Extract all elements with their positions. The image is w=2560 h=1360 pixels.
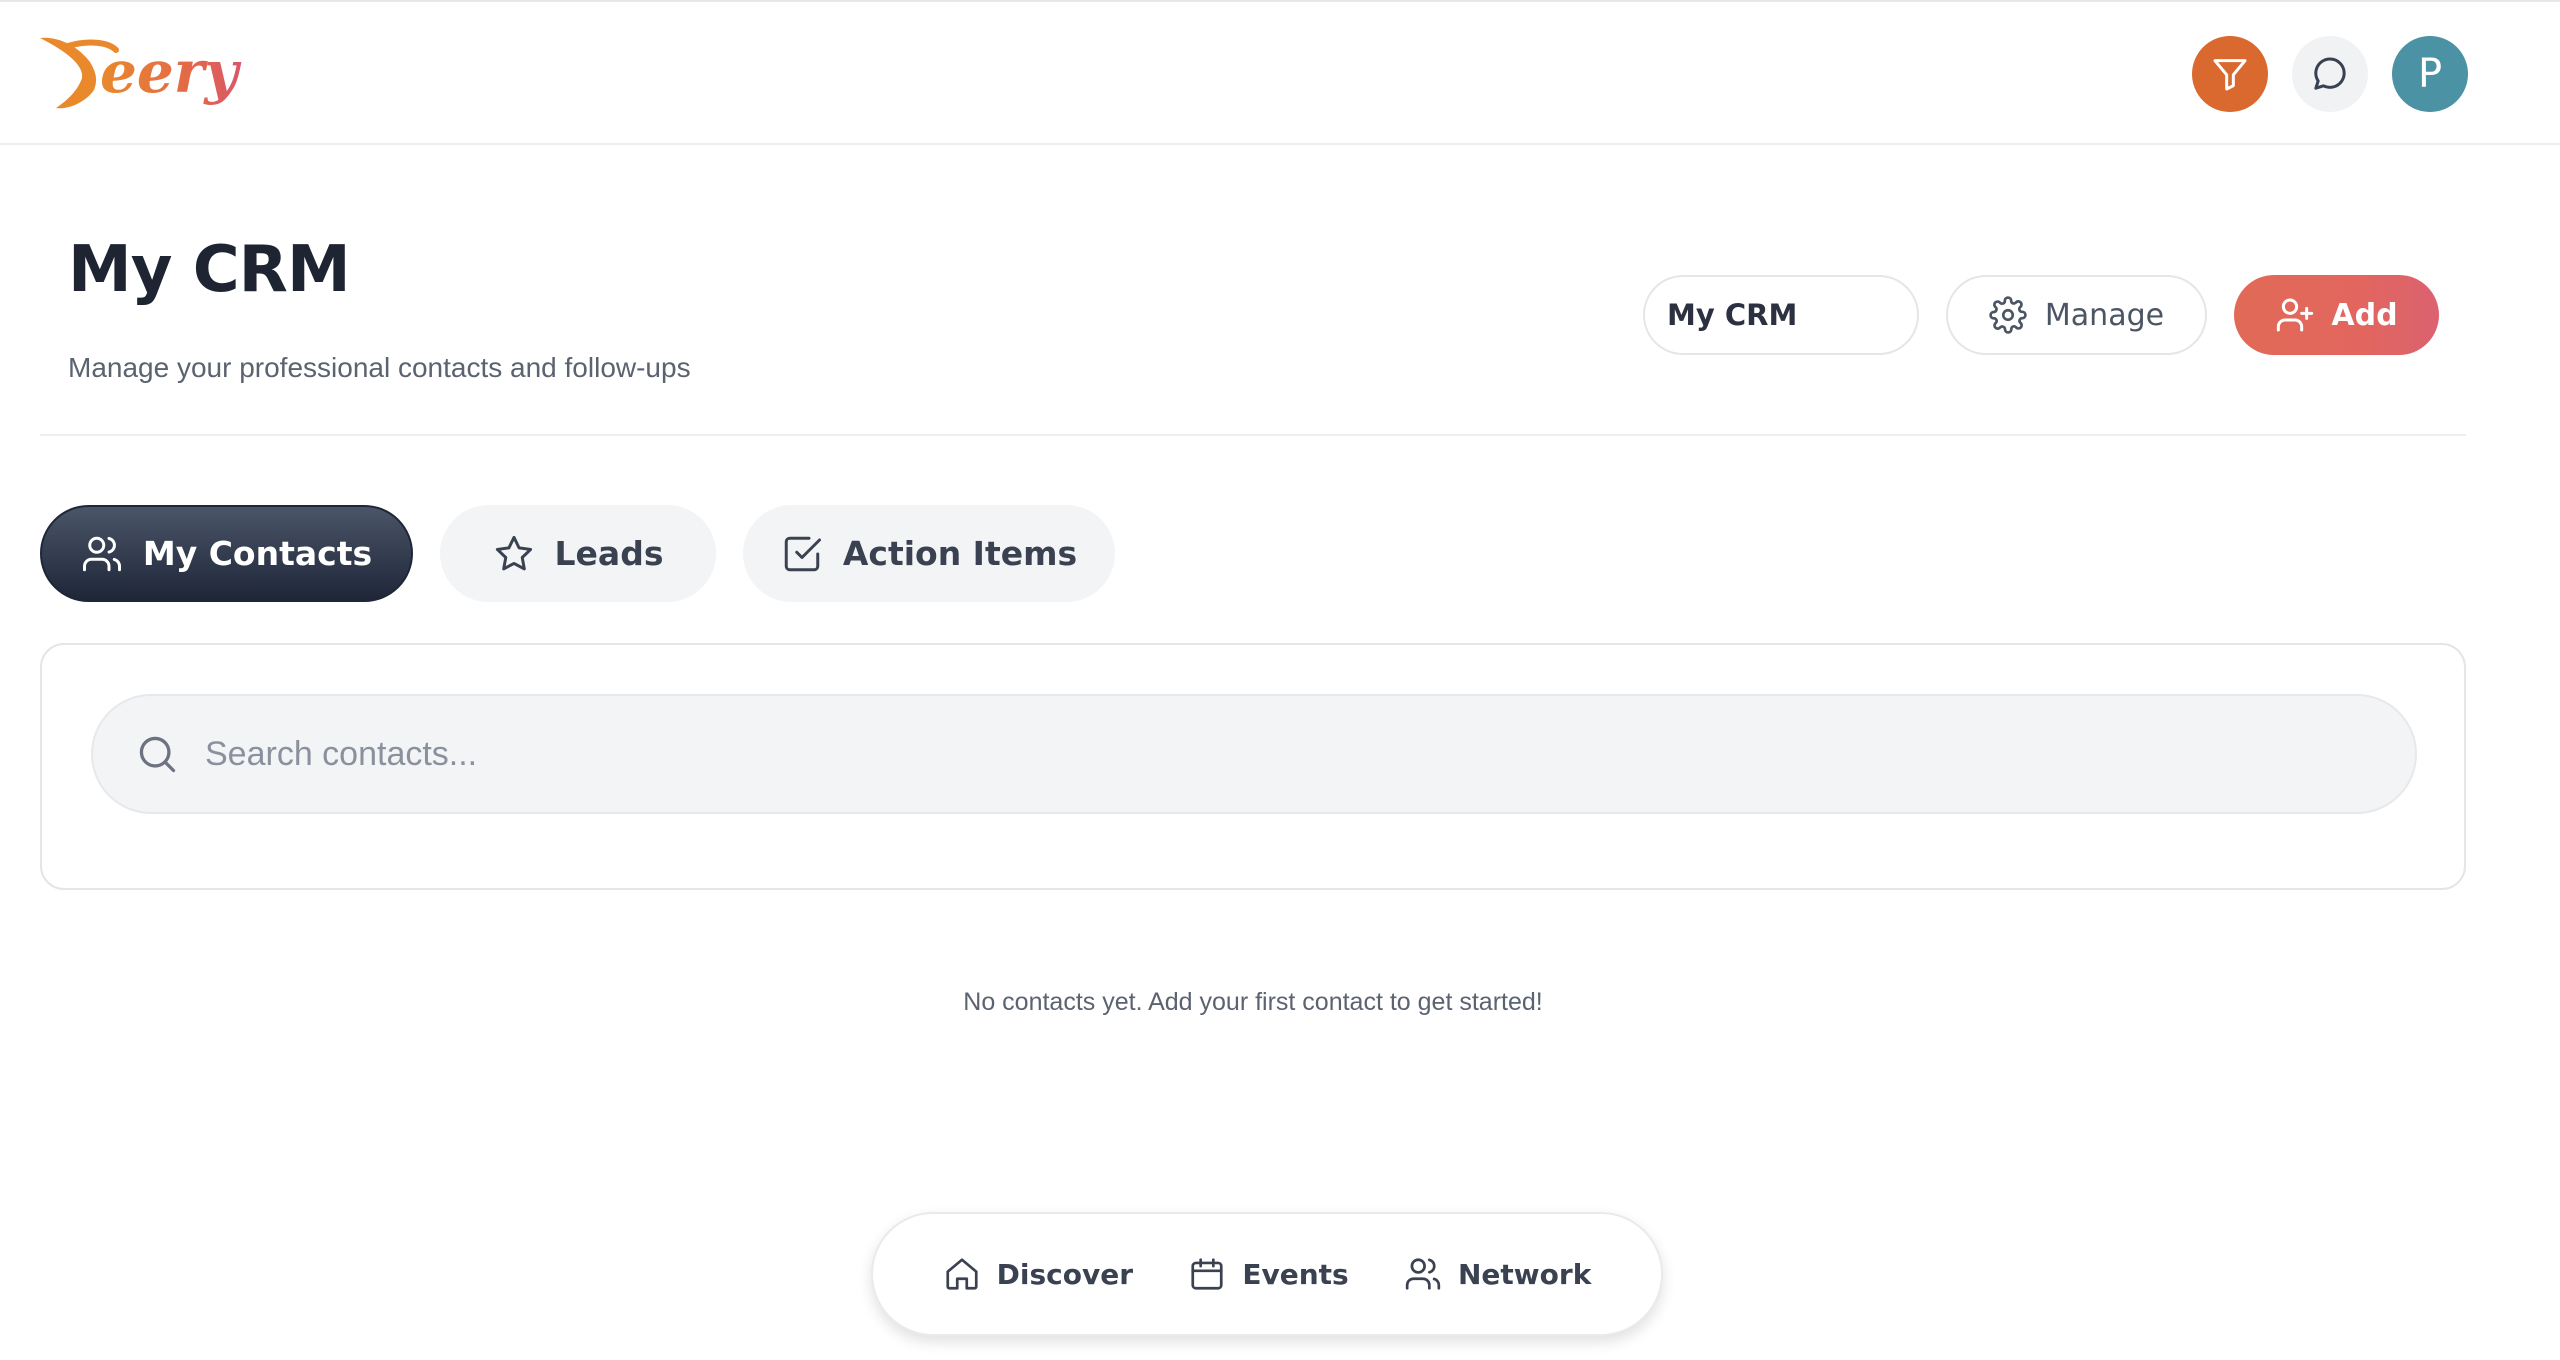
tab-label: My Contacts bbox=[142, 534, 373, 573]
users-icon bbox=[82, 536, 121, 571]
calendar-icon bbox=[1191, 1258, 1223, 1290]
nav-label: Discover bbox=[996, 1257, 1134, 1291]
check-square-icon bbox=[784, 536, 821, 571]
users-icon bbox=[1405, 1258, 1441, 1290]
search-card bbox=[40, 643, 2466, 890]
filter-icon bbox=[2213, 59, 2247, 91]
empty-state-message: No contacts yet. Add your first contact … bbox=[963, 988, 1543, 1016]
manage-button[interactable]: Manage bbox=[1946, 275, 2207, 355]
crm-tabs: My Contacts Leads Action Items bbox=[40, 505, 1115, 602]
message-circle-icon bbox=[2314, 57, 2346, 90]
filter-button[interactable] bbox=[2192, 36, 2268, 112]
search-icon bbox=[139, 736, 176, 773]
tab-label: Action Items bbox=[842, 534, 1078, 573]
home-icon bbox=[946, 1258, 978, 1290]
tab-action-items[interactable]: Action Items bbox=[743, 505, 1115, 602]
top-bar: eery P bbox=[0, 0, 2560, 145]
svg-text:eery: eery bbox=[100, 38, 242, 106]
star-icon bbox=[495, 535, 532, 570]
nav-network[interactable]: Network bbox=[1404, 1255, 1591, 1293]
nav-label: Network bbox=[1457, 1257, 1592, 1291]
header-actions: My CRM Manage Add bbox=[1643, 275, 2439, 355]
tab-leads[interactable]: Leads bbox=[440, 505, 716, 602]
yeery-logo[interactable]: eery bbox=[38, 32, 273, 117]
page-title: My CRM bbox=[68, 233, 351, 307]
crm-selector[interactable]: My CRM bbox=[1643, 275, 1919, 355]
tab-my-contacts[interactable]: My Contacts bbox=[40, 505, 413, 602]
gear-icon bbox=[1989, 296, 2027, 334]
bottom-nav: Discover Events Network bbox=[871, 1212, 1663, 1336]
page-subtitle: Manage your professional contacts and fo… bbox=[68, 352, 691, 383]
header-divider bbox=[40, 434, 2466, 436]
nav-events[interactable]: Events bbox=[1188, 1255, 1349, 1293]
user-plus-icon bbox=[2277, 298, 2314, 332]
search-box[interactable] bbox=[91, 694, 2417, 814]
tab-label: Leads bbox=[554, 534, 664, 573]
nav-label: Events bbox=[1242, 1257, 1349, 1291]
user-avatar[interactable]: P bbox=[2392, 36, 2468, 112]
search-input[interactable] bbox=[205, 734, 2305, 774]
nav-discover[interactable]: Discover bbox=[943, 1255, 1133, 1293]
messages-button[interactable] bbox=[2292, 36, 2368, 112]
add-label: Add bbox=[2331, 297, 2398, 333]
manage-label: Manage bbox=[2044, 297, 2165, 333]
add-contact-button[interactable]: Add bbox=[2234, 275, 2439, 355]
